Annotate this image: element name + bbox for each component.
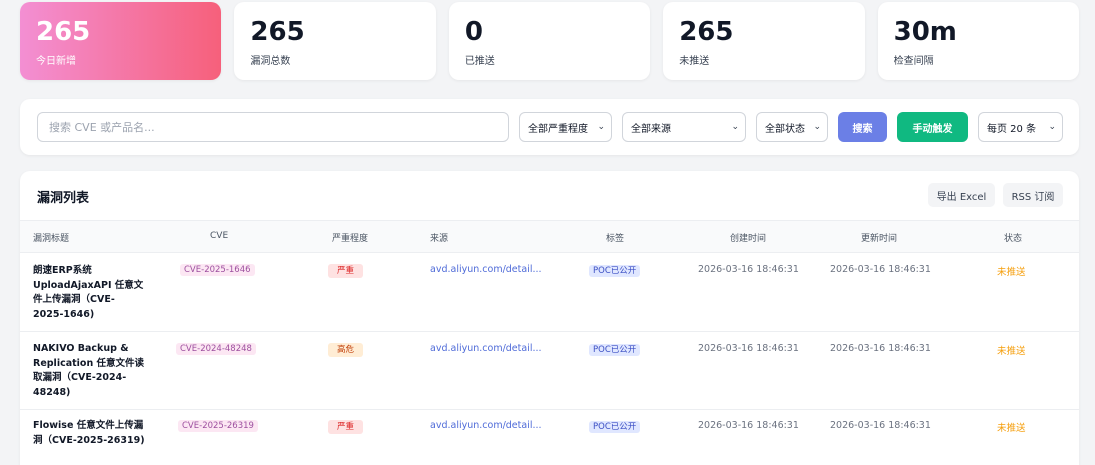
manual-trigger-button[interactable]: 手动触发 [897, 112, 968, 142]
chevron-down-icon: ⌄ [813, 122, 821, 132]
cve-badge[interactable]: CVE-2024-48248 [176, 343, 256, 355]
stat-label: 漏洞总数 [250, 56, 291, 67]
chevron-down-icon: ⌄ [1048, 122, 1056, 132]
stat-value: 265 [36, 17, 91, 47]
stat-label: 已推送 [464, 56, 495, 67]
cve-badge[interactable]: CVE-2025-26319 [178, 420, 258, 432]
created-time: 2026-03-16 18:46:31 [698, 420, 799, 431]
created-time: 2026-03-16 18:46:31 [698, 343, 799, 354]
col-header-cve: CVE [210, 231, 229, 241]
updated-time: 2026-03-16 18:46:31 [830, 420, 931, 431]
severity-badge: 严重 [328, 264, 364, 278]
severity-badge: 严重 [328, 420, 364, 434]
col-header-updated: 更新时间 [861, 234, 898, 244]
status-text: 未推送 [997, 423, 1026, 434]
stat-value: 0 [464, 17, 483, 47]
status-text: 未推送 [997, 267, 1026, 278]
table-row[interactable]: NAKIVO Backup & Replication 任意文件读取漏洞（CVE… [20, 332, 1079, 410]
tag-badge: POC已公开 [589, 265, 641, 277]
stat-card-total: 265 漏洞总数 [234, 2, 436, 80]
stat-value: 30m [893, 17, 957, 47]
stat-value: 265 [679, 17, 734, 47]
source-link[interactable]: avd.aliyun.com/detail... [430, 343, 542, 354]
updated-time: 2026-03-16 18:46:31 [830, 343, 931, 354]
source-link[interactable]: avd.aliyun.com/detail... [430, 420, 542, 431]
search-button[interactable]: 搜索 [838, 112, 887, 142]
col-header-source: 来源 [430, 234, 449, 244]
source-select-value: 全部来源 [631, 123, 671, 135]
col-header-title: 漏洞标题 [33, 234, 70, 244]
search-input[interactable] [37, 112, 509, 142]
status-select-value: 全部状态 [765, 123, 805, 135]
tag-badge: POC已公开 [589, 421, 641, 433]
severity-select-value: 全部严重程度 [528, 123, 588, 135]
vuln-table-panel: 漏洞列表 导出 Excel RSS 订阅 漏洞标题 CVE 严重程度 来源 标签… [20, 171, 1079, 465]
table-header: 漏洞标题 CVE 严重程度 来源 标签 创建时间 更新时间 状态 [20, 220, 1079, 253]
stat-card-interval: 30m 检查间隔 [877, 2, 1080, 80]
vuln-title[interactable]: Flowise 任意文件上传漏洞（CVE-2025-26319) [33, 419, 145, 448]
cve-badge[interactable]: CVE-2025-1646 [180, 264, 255, 276]
stat-value: 265 [250, 17, 305, 47]
panel-title: 漏洞列表 [37, 191, 90, 206]
col-header-created: 创建时间 [730, 234, 767, 244]
table-row[interactable]: Flowise 任意文件上传漏洞（CVE-2025-26319) CVE-202… [20, 410, 1079, 465]
page-size-value: 每页 20 条 [987, 123, 1037, 135]
source-link[interactable]: avd.aliyun.com/detail... [430, 264, 542, 275]
stat-card-pushed: 0 已推送 [448, 2, 651, 80]
filter-bar: 全部严重程度 ⌄ 全部来源 ⌄ 全部状态 ⌄ 搜索 手动触发 每页 20 条 ⌄ [20, 99, 1079, 155]
chevron-down-icon: ⌄ [731, 122, 739, 132]
stat-card-today-new: 265 今日新增 [20, 2, 222, 80]
status-text: 未推送 [997, 346, 1026, 357]
stat-card-unpushed: 265 未推送 [663, 2, 865, 80]
col-header-status: 状态 [1004, 234, 1023, 244]
severity-select[interactable]: 全部严重程度 ⌄ [519, 112, 612, 142]
col-header-severity: 严重程度 [332, 234, 369, 244]
col-header-tag: 标签 [606, 234, 625, 244]
table-row[interactable]: 朗速ERP系统 UploadAjaxAPI 任意文件上传漏洞（CVE-2025-… [20, 253, 1079, 332]
chevron-down-icon: ⌄ [597, 122, 605, 132]
rss-subscribe-button[interactable]: RSS 订阅 [1003, 183, 1063, 207]
page-size-select[interactable]: 每页 20 条 ⌄ [978, 112, 1063, 142]
stats-bar: 265 今日新增 265 漏洞总数 0 已推送 265 未推送 30m 检查间隔 [20, 2, 1080, 80]
export-excel-button[interactable]: 导出 Excel [928, 183, 995, 207]
updated-time: 2026-03-16 18:46:31 [830, 264, 931, 275]
created-time: 2026-03-16 18:46:31 [698, 264, 799, 275]
vuln-title[interactable]: NAKIVO Backup & Replication 任意文件读取漏洞（CVE… [33, 342, 145, 400]
stat-label: 未推送 [679, 56, 710, 67]
source-select[interactable]: 全部来源 ⌄ [622, 112, 746, 142]
stat-label: 检查间隔 [893, 56, 934, 67]
stat-label: 今日新增 [36, 56, 76, 67]
status-select[interactable]: 全部状态 ⌄ [756, 112, 828, 142]
vuln-title[interactable]: 朗速ERP系统 UploadAjaxAPI 任意文件上传漏洞（CVE-2025-… [33, 264, 145, 322]
tag-badge: POC已公开 [589, 344, 641, 356]
severity-badge: 高危 [328, 343, 364, 357]
